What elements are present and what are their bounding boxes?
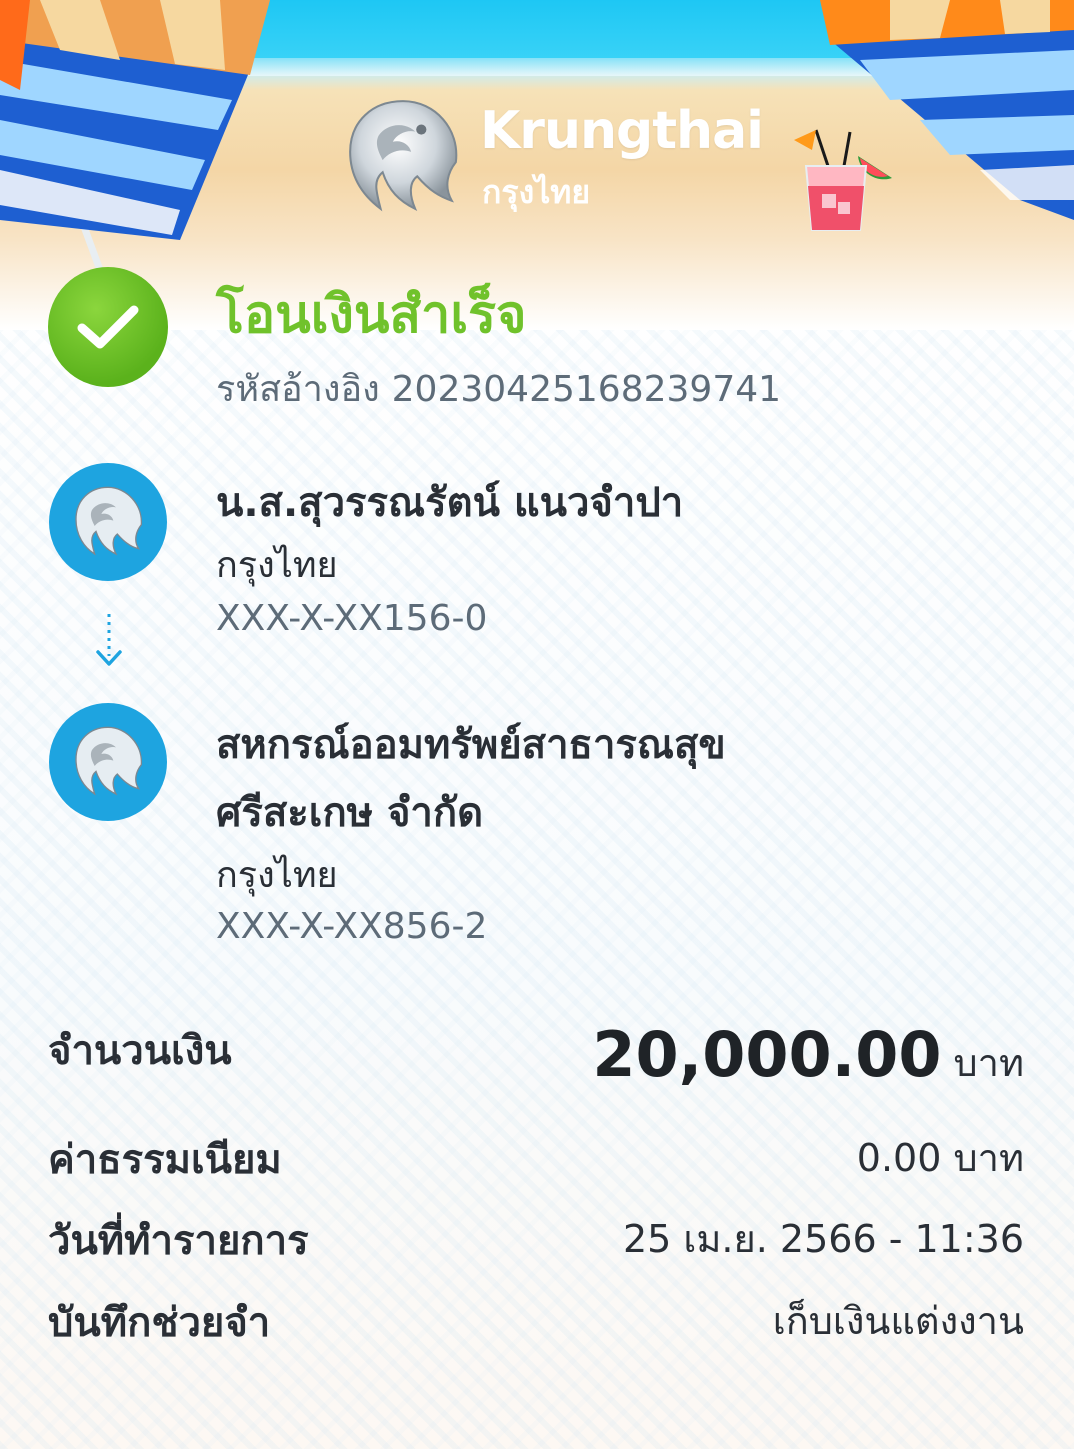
- receiver-bank: กรุงไทย: [216, 855, 338, 896]
- arrow-down-icon: [96, 614, 122, 666]
- amount-value-row: 20,000.00 บาท: [592, 1018, 1024, 1093]
- brand-name-thai: กรุงไทย: [482, 173, 591, 211]
- receiver-account: XXX-X-XX856-2: [216, 906, 488, 947]
- amount-unit: บาท: [953, 1041, 1024, 1085]
- reference-line: รหัสอ้างอิง 20230425168239741: [216, 360, 781, 417]
- bank-logo-icon: [75, 726, 143, 796]
- memo-label: บันทึกช่วยจำ: [48, 1300, 271, 1346]
- success-badge: [48, 267, 168, 387]
- sender-bank: กรุงไทย: [216, 545, 338, 586]
- date-value: 25 เม.ย. 2566 - 11:36: [622, 1217, 1024, 1261]
- check-icon: [77, 305, 139, 349]
- background-pattern: [0, 270, 1074, 1449]
- transfer-success-title: โอนเงินสำเร็จ: [216, 285, 527, 345]
- brand-logo: Krungthai กรุงไทย: [342, 95, 764, 220]
- bank-logo-icon: [75, 486, 143, 556]
- memo-value: เก็บเงินแต่งงาน: [772, 1299, 1024, 1343]
- amount-label: จำนวนเงิน: [48, 1028, 232, 1074]
- sender-name: น.ส.สุวรรณรัตน์ แนวจำปา: [216, 480, 684, 526]
- brand-name-english: Krungthai: [480, 101, 764, 161]
- fee-label: ค่าธรรมเนียม: [48, 1137, 282, 1183]
- header-banner: Krungthai กรุงไทย: [0, 0, 1074, 330]
- fee-value: 0.00 บาท: [856, 1136, 1024, 1180]
- drink-icon: [794, 129, 892, 231]
- amount-value: 20,000.00: [592, 1018, 942, 1091]
- reference-label: รหัสอ้างอิง: [216, 369, 380, 410]
- receiver-name-line1: สหกรณ์ออมทรัพย์สาธารณสุข: [216, 722, 726, 768]
- sender-bank-logo: [49, 463, 167, 581]
- receiver-name-line2: ศรีสะเกษ จำกัด: [216, 790, 484, 836]
- receiver-bank-logo: [49, 703, 167, 821]
- sender-account: XXX-X-XX156-0: [216, 598, 488, 639]
- krungthai-logo-icon: [349, 100, 458, 212]
- reference-number: 2023042516823974: [391, 369, 759, 410]
- date-label: วันที่ทำรายการ: [48, 1218, 309, 1264]
- reference-number-suffix: 1: [758, 369, 782, 410]
- left-umbrella-icon: [0, 0, 270, 272]
